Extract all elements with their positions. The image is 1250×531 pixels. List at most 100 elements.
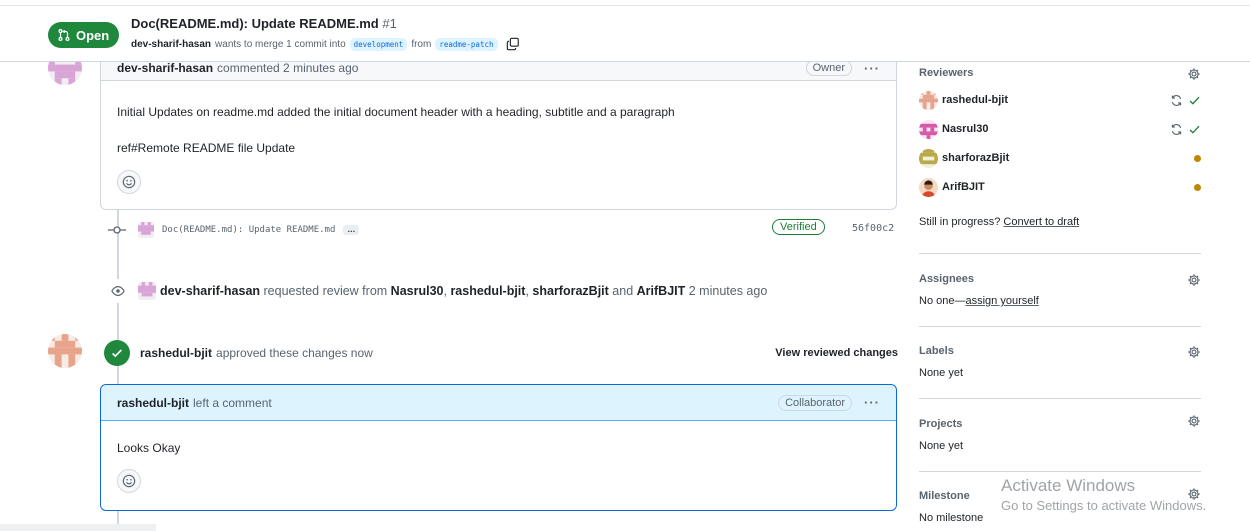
gear-icon[interactable] xyxy=(1187,345,1201,359)
labels-heading[interactable]: Labels xyxy=(919,345,1201,357)
draft-section: Still in progress? Convert to draft xyxy=(919,216,1201,228)
reviewer-name: sharforazBjit xyxy=(942,152,1010,164)
pr-title-text: Doc(README.md): Update README.md xyxy=(131,16,379,31)
check-circle-icon xyxy=(104,340,130,366)
reviewer-status xyxy=(1194,183,1201,191)
expand-commit-button[interactable]: … xyxy=(343,225,360,235)
assignees-text: No one— xyxy=(919,295,966,307)
assign-yourself-link[interactable]: assign yourself xyxy=(965,295,1038,307)
bottom-scroll-bar xyxy=(0,524,156,531)
pr-title: Doc(README.md): Update README.md #1 xyxy=(131,16,397,31)
comment-owner: dev-sharif-hasan commented 2 minutes ago… xyxy=(100,55,897,210)
review-request-event: dev-sharif-hasan requested review from N… xyxy=(106,279,767,303)
pull-request-icon xyxy=(58,29,70,41)
approver-link[interactable]: rashedul-bjit xyxy=(140,346,212,360)
commit-sha-link[interactable]: 56f00c2 xyxy=(852,223,894,234)
comment-author[interactable]: rashedul-bjit xyxy=(117,396,189,410)
avatar-rashedul-bjit[interactable] xyxy=(48,334,82,368)
gear-icon[interactable] xyxy=(1187,414,1201,428)
from-text: from xyxy=(411,38,432,50)
sticky-pr-header: Open Doc(README.md): Update README.md #1… xyxy=(0,0,1250,62)
pending-dot-icon xyxy=(1194,183,1201,191)
pr-merge-info: dev-sharif-hasan wants to merge 1 commit… xyxy=(131,37,520,51)
reviewer-item[interactable]: Nasrul30 xyxy=(919,119,1201,139)
gear-icon[interactable] xyxy=(1187,273,1201,287)
check-icon xyxy=(1189,125,1200,134)
reviewer-name: Nasrul30 xyxy=(942,123,989,135)
approval-text: approved these changes now xyxy=(216,346,373,360)
reviewer-item[interactable]: ArifBJIT xyxy=(919,177,1201,197)
activate-windows-watermark: Activate Windows xyxy=(1001,476,1136,495)
git-commit-icon xyxy=(108,226,126,234)
section-divider xyxy=(919,471,1201,472)
comment-paragraph: ref#Remote README file Update xyxy=(117,141,296,155)
reviewer-link[interactable]: Nasrul30 xyxy=(391,284,444,298)
assignees-heading[interactable]: Assignees xyxy=(919,273,1201,285)
event-actor-avatar[interactable] xyxy=(138,282,156,300)
pr-state-label: Open xyxy=(76,27,110,43)
pr-author-link[interactable]: dev-sharif-hasan xyxy=(131,39,211,50)
review-comment: rashedul-bjit left a comment Collaborato… xyxy=(100,384,897,511)
comment-paragraph: Initial Updates on readme.md added the i… xyxy=(117,105,675,119)
reviewer-status xyxy=(1194,154,1201,162)
check-icon xyxy=(1189,96,1200,105)
section-divider xyxy=(919,326,1201,327)
sync-icon[interactable] xyxy=(1170,123,1183,136)
pr-state-badge: Open xyxy=(48,22,120,48)
base-branch[interactable]: development xyxy=(349,37,408,51)
kebab-menu-icon[interactable]: ··· xyxy=(864,61,880,76)
comment-paragraph: Looks Okay xyxy=(117,441,181,455)
eye-icon xyxy=(106,279,130,303)
comment-action: left a comment xyxy=(193,395,272,410)
comment-time[interactable]: commented 2 minutes ago xyxy=(217,61,358,75)
reviewer-item[interactable]: sharforazBjit xyxy=(919,148,1201,168)
reviewer-item[interactable]: rashedul-bjit xyxy=(919,90,1201,110)
kebab-menu-icon[interactable]: ··· xyxy=(864,395,880,410)
smiley-icon xyxy=(122,474,136,488)
commit-author-avatar[interactable] xyxy=(138,222,154,238)
projects-heading[interactable]: Projects xyxy=(919,418,1201,430)
approval-event: rashedul-bjit approved these changes now… xyxy=(104,339,898,367)
verified-badge[interactable]: Verified xyxy=(772,219,825,235)
comment-header: rashedul-bjit left a comment Collaborato… xyxy=(101,385,896,421)
add-reaction-button[interactable] xyxy=(117,469,141,493)
draft-text: Still in progress? xyxy=(919,216,1001,228)
owner-label: Owner xyxy=(805,60,852,76)
assignees-section: Assignees No one—assign yourself xyxy=(919,273,1201,307)
merge-text: wants to merge 1 commit into xyxy=(215,38,346,50)
event-time[interactable]: 2 minutes ago xyxy=(689,284,768,298)
labels-section: Labels None yet xyxy=(919,345,1201,379)
reviewers-heading[interactable]: Reviewers xyxy=(919,67,1201,79)
section-divider xyxy=(919,398,1201,399)
reviewer-name: ArifBJIT xyxy=(942,181,985,193)
projects-section: Projects None yet xyxy=(919,415,1201,452)
top-divider xyxy=(0,5,1250,6)
event-actor[interactable]: dev-sharif-hasan xyxy=(160,284,260,298)
smiley-icon xyxy=(122,175,136,189)
section-divider xyxy=(919,253,1201,254)
add-reaction-button[interactable] xyxy=(117,170,141,194)
avatar xyxy=(919,177,938,197)
gear-icon[interactable] xyxy=(1187,67,1201,81)
head-branch[interactable]: readme-patch xyxy=(435,37,498,51)
reviewer-link[interactable]: sharforazBjit xyxy=(532,284,608,298)
avatar xyxy=(919,90,938,110)
reviewer-status xyxy=(1170,94,1201,107)
reviewers-section: Reviewers xyxy=(919,67,1201,81)
comment-author[interactable]: dev-sharif-hasan xyxy=(117,61,213,75)
avatar xyxy=(919,148,938,168)
commit-message-link[interactable]: Doc(README.md): Update README.md xyxy=(162,225,335,235)
assignees-value: No one—assign yourself xyxy=(919,295,1201,307)
event-text: requested review from xyxy=(263,284,388,298)
event-and-text: and xyxy=(612,284,634,298)
comment-body: Initial Updates on readme.md added the i… xyxy=(101,105,896,155)
sync-icon[interactable] xyxy=(1170,94,1183,107)
labels-value: None yet xyxy=(919,367,964,379)
view-reviewed-changes-button[interactable]: View reviewed changes xyxy=(775,347,898,359)
copy-icon[interactable] xyxy=(506,37,520,51)
milestone-value: No milestone xyxy=(919,512,984,524)
reviewer-link[interactable]: rashedul-bjit xyxy=(450,284,525,298)
reviewer-link[interactable]: ArifBJIT xyxy=(637,284,686,298)
convert-to-draft-link[interactable]: Convert to draft xyxy=(1003,216,1079,228)
pending-dot-icon xyxy=(1194,154,1201,162)
